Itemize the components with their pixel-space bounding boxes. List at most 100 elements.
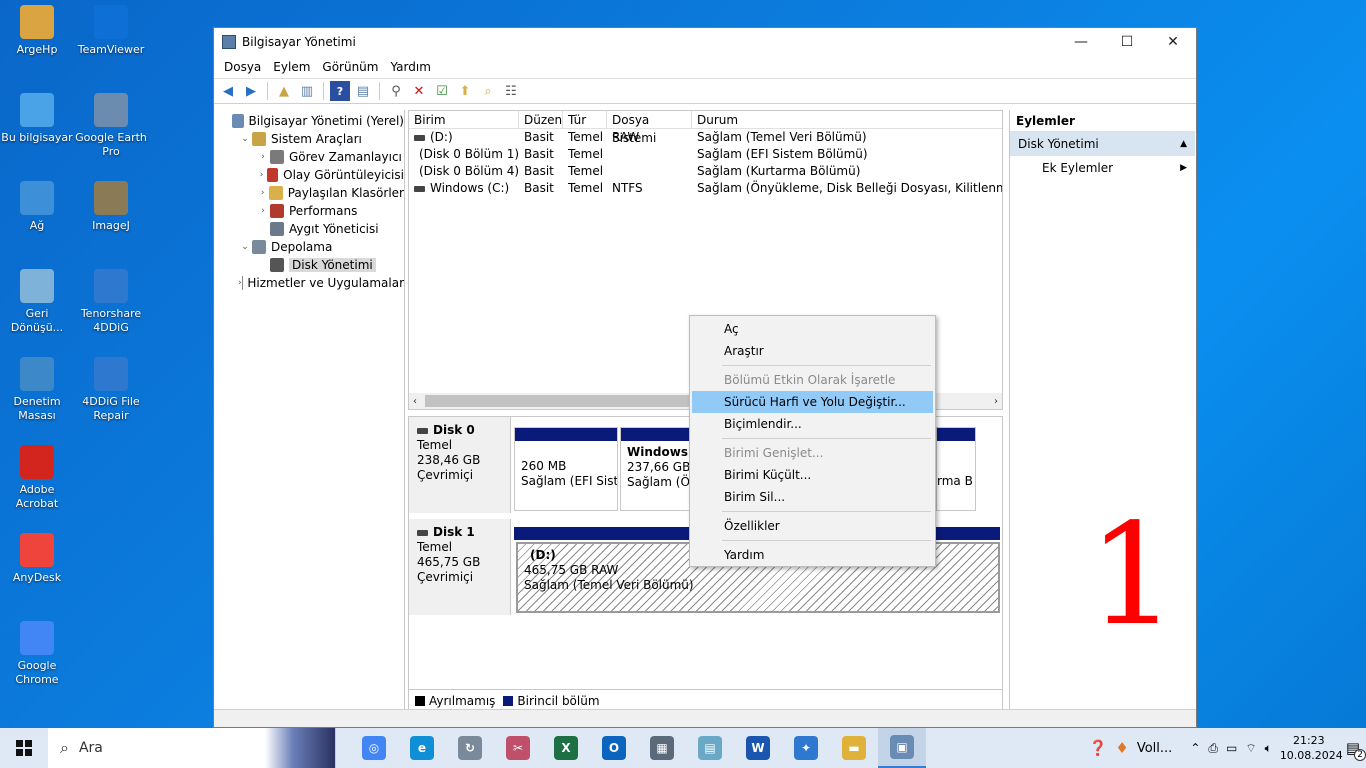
taskbar-app[interactable]: ↻ xyxy=(446,728,494,768)
scroll-right-icon[interactable]: › xyxy=(994,396,998,407)
clock[interactable]: 21:23 10.08.2024 xyxy=(1280,733,1343,763)
taskbar-app[interactable]: ▬ xyxy=(830,728,878,768)
column-header-filesystem[interactable]: Dosya Sistemi xyxy=(607,111,692,145)
help-tray-icon[interactable]: ❓ xyxy=(1089,739,1108,757)
collapsed-chevron-icon[interactable]: › xyxy=(256,206,270,216)
tree-node[interactable]: › Olay Görüntüleyicisi xyxy=(216,166,404,184)
tree-node[interactable]: ⌄ Sistem Araçları xyxy=(216,130,404,148)
taskbar-app[interactable]: ▣ xyxy=(878,728,926,768)
desktop-icon[interactable]: ImageJ xyxy=(74,181,148,233)
minimize-button[interactable]: — xyxy=(1058,28,1104,56)
forward-arrow-icon[interactable]: ▶ xyxy=(241,81,261,101)
tree-node[interactable]: › Performans xyxy=(216,202,404,220)
desktop-icon[interactable]: TeamViewer xyxy=(74,5,148,57)
taskbar-app[interactable]: ▦ xyxy=(638,728,686,768)
actions-disk-management[interactable]: Disk Yönetimi ▲ xyxy=(1010,132,1195,156)
usb-icon[interactable]: ⎙ xyxy=(1208,741,1218,756)
tree-node[interactable]: Disk Yönetimi xyxy=(216,256,404,274)
battery-icon[interactable]: ▭ xyxy=(1226,741,1237,755)
context-menu-item[interactable]: Özellikler xyxy=(692,515,933,537)
disk-0-partition-efi[interactable]: 260 MBSağlam (EFI Sistem xyxy=(514,427,618,511)
scroll-left-icon[interactable]: ‹ xyxy=(413,396,417,407)
taskbar-app[interactable]: W xyxy=(734,728,782,768)
collapsed-chevron-icon[interactable]: › xyxy=(256,152,270,162)
collapsed-chevron-icon[interactable]: › xyxy=(256,170,267,180)
desktop-icon[interactable]: ArgeHp xyxy=(0,5,74,57)
context-menu-item[interactable]: Yardım xyxy=(692,544,933,566)
back-arrow-icon[interactable]: ◀ xyxy=(218,81,238,101)
connect-icon[interactable]: ⚲ xyxy=(386,81,406,101)
maximize-button[interactable]: ☐ xyxy=(1104,28,1150,56)
up-folder-icon[interactable]: ▲ xyxy=(274,81,294,101)
volume-icon[interactable]: 🔈︎ xyxy=(1265,741,1272,756)
context-menu-item[interactable]: Birimi Küçült... xyxy=(692,464,933,486)
context-menu-item[interactable]: Birim Sil... xyxy=(692,486,933,508)
tree-node[interactable]: › Görev Zamanlayıcı xyxy=(216,148,404,166)
taskbar-app[interactable]: O xyxy=(590,728,638,768)
view-icon[interactable]: ▤ xyxy=(353,81,373,101)
taskbar-app[interactable]: ▤ xyxy=(686,728,734,768)
desktop-icon[interactable]: Google Earth Pro xyxy=(74,93,148,159)
taskbar-app[interactable]: ◎ xyxy=(350,728,398,768)
app-tray-icon[interactable]: ♦ xyxy=(1115,739,1128,757)
menu-file[interactable]: Dosya xyxy=(218,60,267,74)
column-header-volume[interactable]: Birim xyxy=(409,111,519,128)
delete-icon[interactable]: ✕ xyxy=(409,81,429,101)
start-button[interactable] xyxy=(0,728,48,768)
collapsed-chevron-icon[interactable]: › xyxy=(256,188,269,198)
desktop-icon[interactable]: 4DDiG File Repair xyxy=(74,357,148,423)
menu-action[interactable]: Eylem xyxy=(267,60,316,74)
context-menu-item[interactable]: Sürücü Harfi ve Yolu Değiştir... xyxy=(692,391,933,413)
context-menu-item[interactable]: Aç xyxy=(692,318,933,340)
help-icon[interactable]: ? xyxy=(330,81,350,101)
desktop-icon[interactable]: Bu bilgisayar xyxy=(0,93,74,145)
check-icon[interactable]: ☑ xyxy=(432,81,452,101)
taskbar-app[interactable]: ✦ xyxy=(782,728,830,768)
chevron-up-icon[interactable]: ⌃ xyxy=(1190,741,1200,755)
wifi-icon[interactable]: ⌔ xyxy=(1245,741,1256,756)
desktop-icon[interactable]: Adobe Acrobat xyxy=(0,445,74,511)
desktop-icon[interactable]: Tenorshare 4DDiG xyxy=(74,269,148,335)
show-hide-tree-icon[interactable]: ▥ xyxy=(297,81,317,101)
desktop-icon[interactable]: Google Chrome xyxy=(0,621,74,687)
context-menu-item[interactable]: Araştır xyxy=(692,340,933,362)
tree-node[interactable]: Bilgisayar Yönetimi (Yerel) xyxy=(216,112,404,130)
more-actions-item[interactable]: Ek Eylemler ▶ xyxy=(1010,156,1195,180)
column-header-status[interactable]: Durum xyxy=(692,111,1002,128)
title-bar[interactable]: Bilgisayar Yönetimi — ☐ ✕ xyxy=(214,28,1196,56)
desktop-icon[interactable]: AnyDesk xyxy=(0,533,74,585)
tray-app-label[interactable]: Voll... xyxy=(1137,741,1172,756)
menu-help[interactable]: Yardım xyxy=(384,60,436,74)
context-menu-item[interactable]: Biçimlendir... xyxy=(692,413,933,435)
notification-icon[interactable]: ▤ 2 xyxy=(1346,739,1366,761)
disk-0-label[interactable]: Disk 0 Temel 238,46 GB Çevrimiçi xyxy=(409,417,511,513)
column-header-type[interactable]: Tür xyxy=(563,111,607,128)
table-row[interactable]: (Disk 0 Bölüm 4) Basit Temel Sağlam (Kurtar… xyxy=(409,163,1002,180)
expanded-chevron-icon[interactable]: ⌄ xyxy=(238,134,252,144)
close-button[interactable]: ✕ xyxy=(1150,28,1196,56)
properties-icon[interactable]: ☷ xyxy=(501,81,521,101)
tree-node[interactable]: ⌄ Depolama xyxy=(216,238,404,256)
tree-node[interactable]: › Hizmetler ve Uygulamalar xyxy=(216,274,404,292)
disk-0-partition-windows[interactable]: Windows (237,66 GB N Sağlam (Ön xyxy=(620,427,700,511)
table-row[interactable]: Windows (C:) Basit Temel NTFS Sağlam (Önyükl… xyxy=(409,180,1002,197)
table-row[interactable]: (D:) Basit Temel RAW Sağlam (Temel Veri Bölü… xyxy=(409,129,1002,146)
expanded-chevron-icon[interactable]: ⌄ xyxy=(238,242,252,252)
desktop-icon[interactable]: Geri Dönüşü... xyxy=(0,269,74,335)
tree-node[interactable]: Aygıt Yöneticisi xyxy=(216,220,404,238)
volume-name: (Disk 0 Bölüm 1) xyxy=(419,147,519,161)
tree-node[interactable]: › Paylaşılan Klasörler xyxy=(216,184,404,202)
taskbar-search[interactable]: ⌕ Ara xyxy=(48,728,336,768)
desktop-icon[interactable]: Ağ xyxy=(0,181,74,233)
taskbar-app[interactable]: ✂ xyxy=(494,728,542,768)
taskbar-app[interactable]: X xyxy=(542,728,590,768)
disk-0-partition-recovery[interactable]: rma B xyxy=(936,427,976,511)
disk-1-label[interactable]: Disk 1 Temel 465,75 GB Çevrimiçi xyxy=(409,519,511,615)
folder-up-icon[interactable]: ⬆ xyxy=(455,81,475,101)
taskbar-app[interactable]: e xyxy=(398,728,446,768)
table-row[interactable]: (Disk 0 Bölüm 1) Basit Temel Sağlam (EFI Si… xyxy=(409,146,1002,163)
menu-view[interactable]: Görünüm xyxy=(316,60,384,74)
folder-search-icon[interactable]: ⌕ xyxy=(478,81,498,101)
column-header-layout[interactable]: Düzen xyxy=(519,111,563,128)
desktop-icon[interactable]: Denetim Masası xyxy=(0,357,74,423)
